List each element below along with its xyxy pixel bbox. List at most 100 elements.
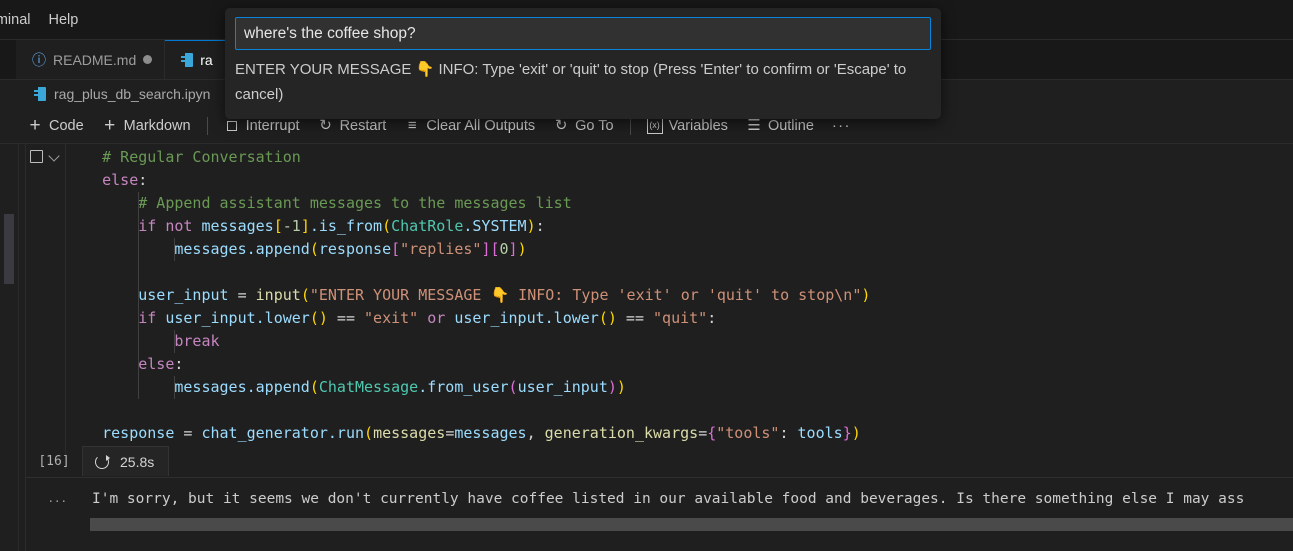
toolbar-divider — [630, 117, 631, 135]
code-line: messages.append(response["replies"][0]) — [66, 238, 1293, 261]
code-token: break — [174, 332, 219, 350]
indent-guide — [138, 238, 139, 261]
code-token: () — [310, 309, 328, 327]
menu-terminal[interactable]: rminal — [0, 9, 39, 31]
code-token: ( — [509, 378, 518, 396]
menu-help[interactable]: Help — [39, 9, 87, 31]
code-token: ( — [301, 286, 310, 304]
code-token: response — [102, 424, 174, 442]
code-token — [66, 148, 102, 166]
code-line: if user_input.lower() == "exit" or user_… — [66, 307, 1293, 330]
code-token — [66, 378, 174, 396]
code-token: response — [319, 240, 391, 258]
code-token: ( — [310, 240, 319, 258]
variables-icon: (x) — [647, 118, 663, 134]
code-token: ( — [364, 424, 373, 442]
code-token: generation_kwargs — [545, 424, 699, 442]
add-code-cell-button[interactable]: + Code — [18, 115, 93, 137]
stop-square-icon — [224, 118, 240, 134]
code-token: } — [843, 424, 852, 442]
code-token: if — [138, 309, 156, 327]
output-text: I'm sorry, but it seems we don't current… — [92, 486, 1293, 512]
execution-count: [16] — [26, 454, 82, 469]
breadcrumb-label[interactable]: rag_plus_db_search.ipyn — [54, 86, 210, 102]
code-token: ) — [617, 378, 626, 396]
indent-guide — [174, 238, 175, 261]
code-token: () — [599, 309, 617, 327]
code-token: user_input — [445, 309, 544, 327]
running-spinner-icon — [95, 455, 109, 469]
code-line: # Append assistant messages to the messa… — [66, 192, 1293, 215]
code-content: # Regular Conversation else: # Append as… — [66, 144, 1293, 444]
indent-guide — [138, 307, 139, 330]
code-token: # Regular Conversation — [102, 148, 301, 166]
code-token: tools — [798, 424, 843, 442]
plus-icon: + — [102, 118, 118, 134]
code-token: "exit" — [364, 309, 418, 327]
code-token: messages — [174, 240, 246, 258]
tab-readme[interactable]: ⓘ README.md — [16, 40, 165, 79]
restart-label: Restart — [340, 118, 387, 134]
cell-run-gutter — [26, 144, 66, 469]
code-token: = — [445, 424, 454, 442]
indent-guide — [138, 330, 139, 353]
vertical-scrollbar[interactable] — [4, 144, 14, 551]
code-token: if — [138, 217, 156, 235]
run-cell-icon[interactable] — [30, 150, 43, 163]
indent-guide — [174, 330, 175, 353]
code-token: == — [617, 309, 653, 327]
code-line: user_input = input("ENTER YOUR MESSAGE 👇… — [66, 284, 1293, 307]
code-token: ) — [608, 378, 617, 396]
input-prompt-popup: ENTER YOUR MESSAGE 👇 INFO: Type 'exit' o… — [225, 8, 941, 119]
code-editor[interactable]: # Regular Conversation else: # Append as… — [66, 144, 1293, 444]
code-token: "replies" — [400, 240, 481, 258]
code-token: ] — [301, 217, 310, 235]
code-token: .append — [247, 240, 310, 258]
notebook-icon — [34, 87, 46, 101]
add-markdown-cell-button[interactable]: + Markdown — [93, 115, 200, 137]
code-token — [66, 171, 102, 189]
tab-rag-notebook[interactable]: ra — [165, 40, 225, 79]
code-token — [66, 332, 174, 350]
code-token: ChatMessage — [319, 378, 418, 396]
code-token: [ — [490, 240, 499, 258]
code-token: messages — [174, 378, 246, 396]
hint-prefix: ENTER YOUR MESSAGE — [235, 61, 416, 78]
code-token: input — [256, 286, 301, 304]
indent-guide — [174, 376, 175, 399]
code-token — [66, 424, 102, 442]
tabbar-spacer — [0, 40, 16, 79]
code-line: # Regular Conversation — [66, 146, 1293, 169]
code-token: .lower — [545, 309, 599, 327]
code-token: else — [102, 171, 138, 189]
code-token: user_input — [138, 286, 228, 304]
code-token: ) — [527, 217, 536, 235]
indent-guide — [138, 261, 139, 284]
clear-outputs-icon: ≡ — [404, 118, 420, 134]
code-token — [66, 194, 138, 212]
code-token: or — [427, 309, 445, 327]
code-token: "tools" — [716, 424, 779, 442]
chevron-down-icon[interactable] — [49, 151, 60, 162]
code-token: : — [174, 355, 183, 373]
code-line — [66, 261, 1293, 284]
vertical-scrollbar-thumb[interactable] — [4, 214, 14, 284]
code-token — [66, 286, 138, 304]
code-token: 0 — [500, 240, 509, 258]
code-token: chat_generator — [201, 424, 327, 442]
code-line: break — [66, 330, 1293, 353]
code-token: .SYSTEM — [463, 217, 526, 235]
code-token: ) — [852, 424, 861, 442]
code-token: # Append assistant messages to the messa… — [138, 194, 571, 212]
output-more-icon[interactable]: ··· — [38, 492, 78, 509]
go-to-label: Go To — [575, 118, 613, 134]
code-token: messages — [373, 424, 445, 442]
code-token: [ — [391, 240, 400, 258]
code-token: : — [138, 171, 147, 189]
message-input[interactable] — [235, 17, 931, 50]
output-horizontal-scrollbar[interactable] — [90, 518, 1293, 531]
info-icon: ⓘ — [32, 50, 46, 70]
code-token: ( — [382, 217, 391, 235]
tab-label: ra — [200, 52, 212, 68]
indent-guide — [138, 376, 139, 399]
